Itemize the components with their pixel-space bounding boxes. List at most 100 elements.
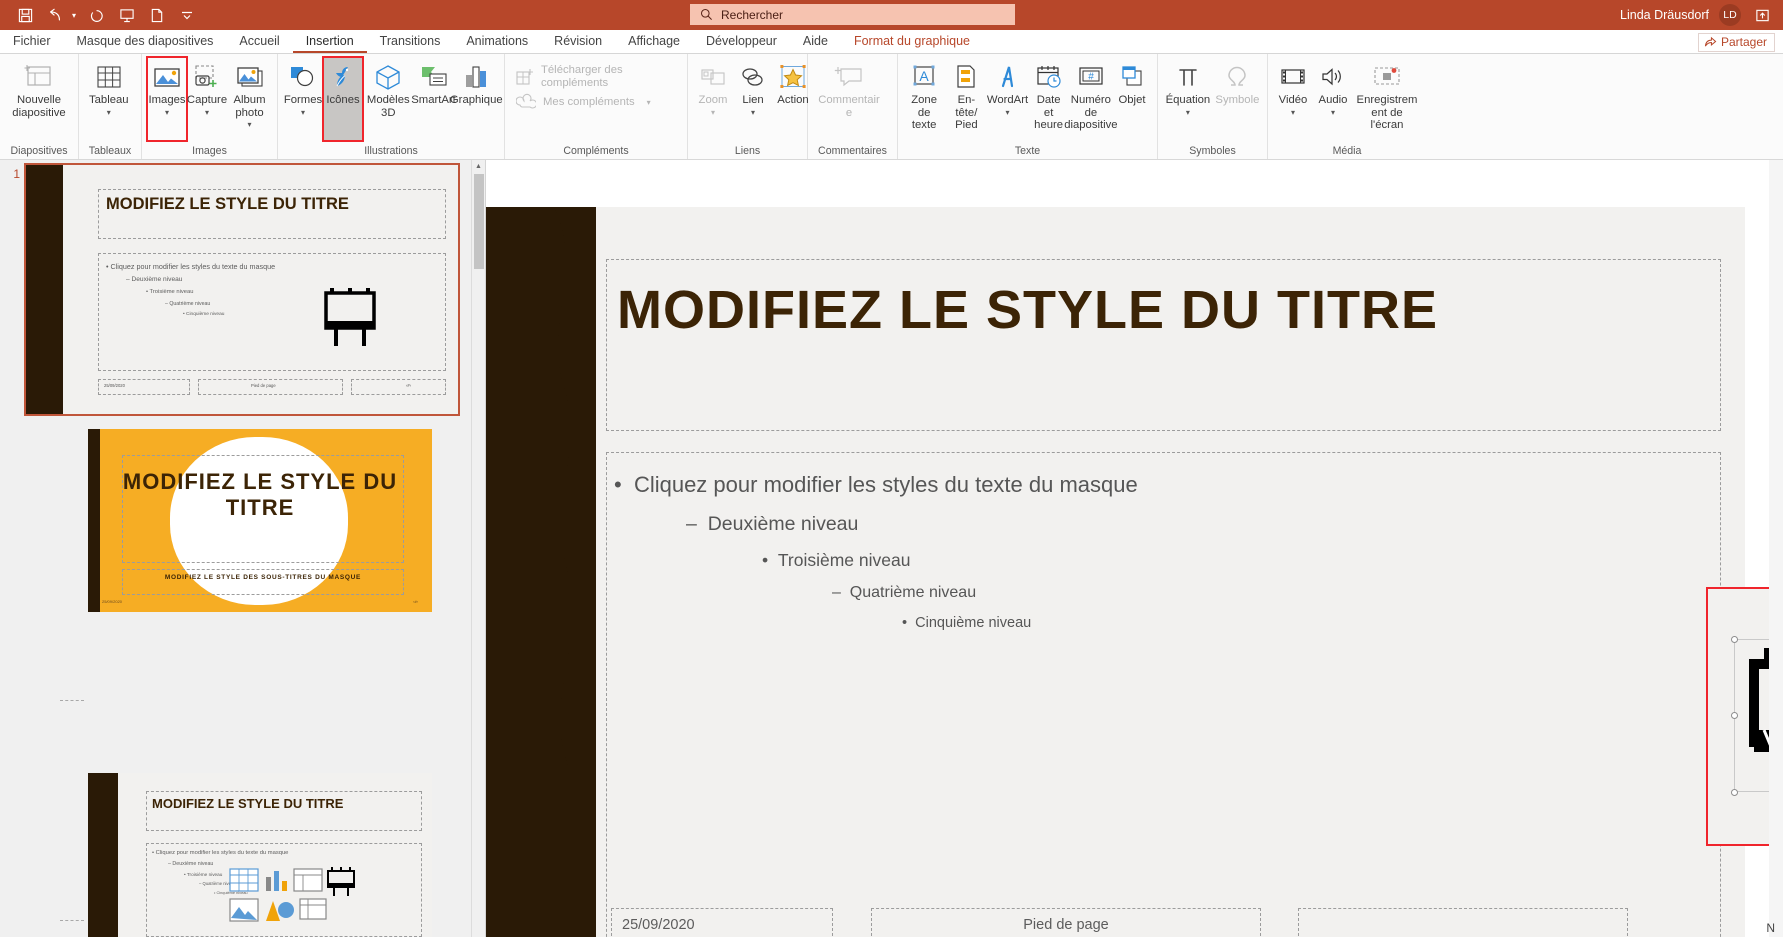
thumb3-title: MODIFIEZ LE STYLE DU TITRE [152, 796, 344, 811]
pictures-button[interactable]: Images ▾ [146, 56, 188, 142]
tab-affichage[interactable]: Affichage [615, 30, 693, 53]
tab-insertion[interactable]: Insertion [292, 30, 367, 53]
tab-developpeur[interactable]: Développeur [693, 30, 790, 53]
audio-dropdown-icon[interactable]: ▾ [1331, 107, 1335, 118]
equation-dropdown-icon[interactable]: ▾ [1186, 107, 1190, 118]
chart-button[interactable]: Graphique [450, 57, 503, 141]
undo-dropdown-icon[interactable]: ▾ [68, 11, 80, 20]
tab-transitions[interactable]: Transitions [367, 30, 454, 53]
wordart-button[interactable]: WordArt ▾ [987, 57, 1028, 141]
new-slide-label: Nouvelle diapositive [12, 94, 66, 119]
text-box-button[interactable]: A Zone de texte [903, 57, 945, 141]
icons-label: Icônes [326, 94, 360, 106]
tab-format-du-graphique[interactable]: Format du graphique [841, 30, 983, 53]
tab-fichier[interactable]: Fichier [0, 30, 64, 53]
audio-button[interactable]: Audio ▾ [1313, 57, 1353, 141]
equation-button[interactable]: Équation ▾ [1163, 57, 1213, 141]
footer-number-placeholder[interactable] [1298, 908, 1628, 937]
handle-top-left[interactable] [1731, 636, 1738, 643]
search-input[interactable]: Rechercher [690, 4, 1015, 25]
slide-editor[interactable]: MODIFIEZ LE STYLE DU TITRE • Cliquez pou… [486, 160, 1783, 937]
footer-date-placeholder[interactable]: 25/09/2020 [611, 908, 833, 937]
share-icon [1704, 36, 1717, 47]
quick-access-toolbar: ▾ [0, 3, 200, 27]
new-document-icon[interactable] [144, 3, 170, 27]
action-icon [779, 60, 807, 94]
shapes-button[interactable]: Formes ▾ [283, 57, 323, 141]
chart-icon [461, 60, 491, 94]
object-button[interactable]: Objet [1112, 57, 1152, 141]
video-dropdown-icon[interactable]: ▾ [1291, 107, 1295, 118]
scroll-up-icon[interactable]: ▲ [472, 160, 485, 174]
link-dropdown-icon[interactable]: ▾ [751, 107, 755, 118]
handle-middle-left[interactable] [1731, 712, 1738, 719]
table-dropdown-icon[interactable]: ▾ [107, 107, 111, 118]
link-button[interactable]: Lien ▾ [733, 57, 773, 141]
save-icon[interactable] [12, 3, 38, 27]
share-button[interactable]: Partager [1697, 33, 1775, 52]
photo-album-button[interactable]: Album photo ▾ [227, 57, 272, 141]
my-addins-button[interactable]: Mes compléments ▾ [510, 88, 682, 114]
screenshot-dropdown-icon[interactable]: ▾ [205, 107, 209, 118]
my-addins-dropdown-icon[interactable]: ▾ [647, 97, 651, 108]
slide-number-button[interactable]: # Numéro de diapositive [1064, 57, 1118, 141]
screenshot-button[interactable]: Capture ▾ [187, 57, 227, 141]
slide-body[interactable]: • Cliquez pour modifier les styles du te… [614, 472, 1138, 631]
new-slide-button[interactable]: Nouvelle diapositive [5, 57, 73, 141]
equation-label: Équation [1165, 94, 1211, 106]
smartart-button[interactable]: SmartArt [411, 57, 456, 141]
customize-qat-icon[interactable] [174, 3, 200, 27]
handle-bottom-left[interactable] [1731, 789, 1738, 796]
body-line-1: • Cliquez pour modifier les styles du te… [614, 472, 1138, 497]
tab-animations[interactable]: Animations [453, 30, 541, 53]
workspace: 1 MODIFIEZ LE STYLE DU TITRE • Cliquez p… [0, 160, 1783, 937]
screen-recording-button[interactable]: Enregistrement de l'écran [1353, 57, 1421, 141]
header-footer-button[interactable]: En-tête/ Pied [945, 57, 987, 141]
video-button[interactable]: Vidéo ▾ [1273, 57, 1313, 141]
slide-thumbnail-pane[interactable]: 1 MODIFIEZ LE STYLE DU TITRE • Cliquez p… [0, 160, 486, 937]
present-icon[interactable] [114, 3, 140, 27]
tab-revision[interactable]: Révision [541, 30, 615, 53]
undo-icon[interactable] [42, 3, 68, 27]
scroll-thumb[interactable] [474, 174, 484, 269]
get-addins-button[interactable]: Télécharger des compléments [510, 62, 682, 89]
footer-center-placeholder[interactable]: Pied de page [871, 908, 1261, 937]
models-3d-button[interactable]: Modèles 3D [363, 57, 414, 141]
slide-title[interactable]: MODIFIEZ LE STYLE DU TITRE [617, 279, 1438, 341]
symbol-button[interactable]: Symbole [1213, 57, 1262, 141]
user-name: Linda Dräusdorf [1620, 8, 1709, 22]
thumbnail-scrollbar[interactable]: ▲ [471, 160, 485, 937]
group-label-illustrations: Illustrations [278, 144, 505, 159]
comment-icon [834, 60, 864, 94]
thumbnail-slide-2[interactable]: MODIFIEZ LE STYLE DU TITRE MODIFIEZ LE S… [88, 429, 432, 612]
icons-button[interactable]: Icônes [322, 56, 364, 142]
active-slide-canvas[interactable]: MODIFIEZ LE STYLE DU TITRE • Cliquez pou… [486, 207, 1745, 937]
thumbnail-slide-3[interactable]: MODIFIEZ LE STYLE DU TITRE • Cliquez pou… [88, 773, 432, 937]
thumbnail-canvas-3[interactable]: MODIFIEZ LE STYLE DU TITRE • Cliquez pou… [88, 773, 432, 937]
tab-masque-des-diapositives[interactable]: Masque des diapositives [64, 30, 227, 53]
screenshot-label: Capture [186, 94, 228, 106]
pictures-dropdown-icon[interactable]: ▾ [165, 107, 169, 118]
wordart-dropdown-icon[interactable]: ▾ [1005, 107, 1009, 118]
shapes-dropdown-icon[interactable]: ▾ [301, 107, 305, 118]
avatar[interactable]: LD [1719, 4, 1741, 26]
thumbnail-canvas-1[interactable]: MODIFIEZ LE STYLE DU TITRE • Cliquez pou… [24, 163, 460, 416]
group-label-complements: Compléments [505, 144, 688, 159]
photo-album-dropdown-icon[interactable]: ▾ [247, 119, 251, 130]
title-bar: ▾ Présentation1 - PowerPoint Rechercher … [0, 0, 1783, 30]
zoom-dropdown-icon[interactable]: ▾ [711, 107, 715, 118]
thumbnail-slide-1[interactable]: 1 MODIFIEZ LE STYLE DU TITRE • Cliquez p… [0, 163, 460, 416]
thumbnail-canvas-2[interactable]: MODIFIEZ LE STYLE DU TITRE MODIFIEZ LE S… [88, 429, 432, 612]
tab-accueil[interactable]: Accueil [226, 30, 292, 53]
comment-button[interactable]: Commentaire [813, 57, 885, 141]
ribbon-tabs: Fichier Masque des diapositives Accueil … [0, 30, 1783, 54]
editor-scrollbar[interactable] [1769, 160, 1783, 937]
table-button[interactable]: Tableau ▾ [84, 57, 134, 141]
group-label-diapositives: Diapositives [0, 144, 79, 159]
action-button[interactable]: Action [773, 57, 813, 141]
tab-aide[interactable]: Aide [790, 30, 841, 53]
redo-icon[interactable] [84, 3, 110, 27]
symbol-label: Symbole [1215, 94, 1260, 106]
restore-window-icon[interactable] [1751, 8, 1773, 23]
zoom-button[interactable]: Zoom ▾ [693, 57, 733, 141]
